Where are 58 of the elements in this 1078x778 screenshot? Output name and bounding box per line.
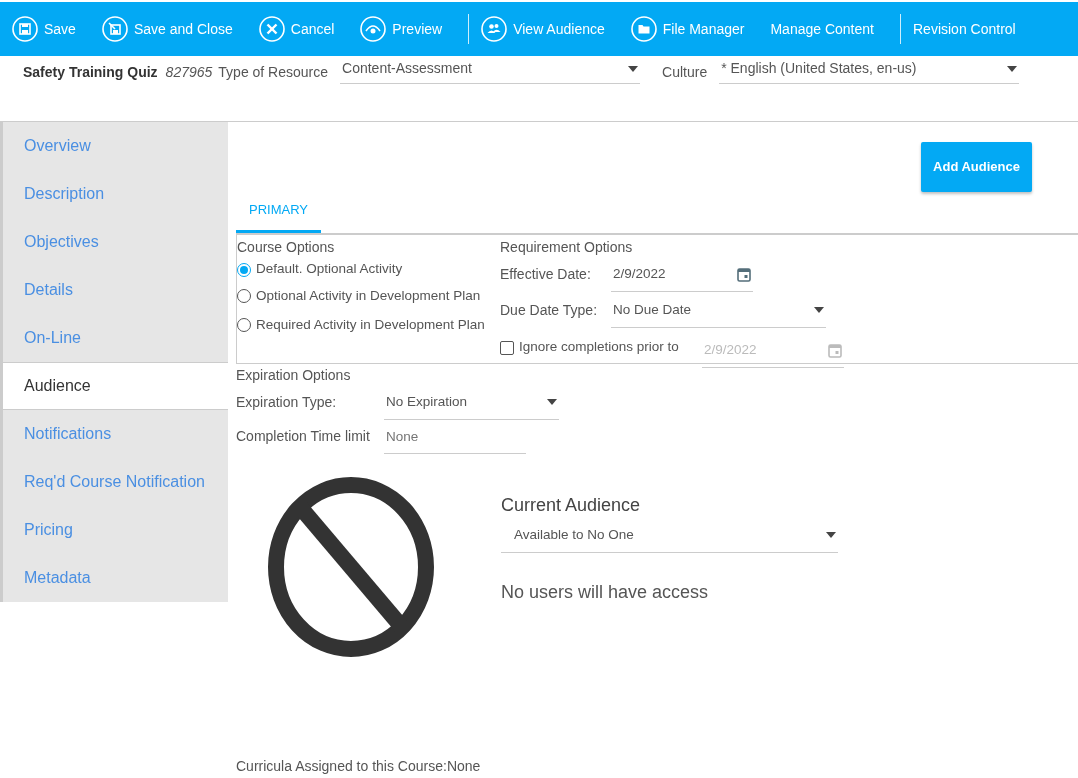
radio-option[interactable]: Optional Activity in Development Plan (237, 281, 481, 311)
audience-message: No users will have access (501, 580, 710, 604)
field-label: Expiration Type: (236, 393, 338, 412)
toolbar-button[interactable]: Preview (360, 16, 455, 42)
toolbar-button[interactable]: View Audience (481, 16, 617, 42)
time-limit-field[interactable]: None (384, 419, 526, 454)
toolbar-button[interactable]: Revision Control (913, 18, 1028, 40)
sidebar-item[interactable]: Overview (3, 122, 228, 170)
section-title: Expiration Options (236, 365, 352, 385)
due-date-dropdown[interactable]: No Due Date (611, 293, 826, 328)
field-label: Completion Time limit (236, 427, 371, 446)
audience-dropdown[interactable]: Available to No One (501, 518, 838, 553)
caret-icon (1007, 65, 1018, 72)
sidebar-item[interactable]: Description (3, 170, 228, 218)
course-id: 827965 (165, 63, 213, 82)
folder-icon (630, 16, 657, 42)
field-label: Type of Resource (218, 63, 329, 82)
add-audience-button[interactable]: Add Audience (921, 142, 1032, 192)
toolbar-button[interactable]: Save (12, 16, 88, 42)
date-field[interactable]: 2/9/2022 (611, 257, 753, 292)
eye-icon (360, 16, 387, 42)
expiration-dropdown[interactable]: No Expiration (384, 385, 559, 420)
caret-icon (814, 307, 824, 313)
toolbar-button[interactable]: File Manager (630, 16, 757, 42)
caret-icon (826, 532, 836, 538)
sidebar-item[interactable]: Notifications (3, 410, 228, 458)
calendar-icon (828, 342, 842, 358)
floppy-disk-icon (101, 16, 128, 42)
sidebar-item[interactable]: Audience (3, 362, 228, 410)
tab[interactable]: PRIMARY (236, 192, 321, 233)
resource-type-dropdown[interactable]: Content-Assessment (340, 54, 641, 84)
section-title: Current Audience (501, 493, 642, 517)
field-label: Effective Date: (500, 265, 592, 284)
people-icon (481, 16, 508, 42)
close-icon (258, 16, 285, 42)
toolbar-button[interactable]: Cancel (258, 16, 347, 42)
floppy-disk-icon (12, 16, 38, 42)
radio-option[interactable]: Default. Optional Activity (237, 257, 403, 282)
section-title: Requirement Options (500, 237, 634, 257)
sidebar-item[interactable]: Details (3, 266, 228, 314)
course-title: Safety Training Quiz (23, 63, 158, 82)
toolbar-button[interactable]: Save and Close (101, 16, 245, 42)
field-label: Culture (662, 63, 708, 82)
caret-icon (628, 65, 639, 72)
sidebar-item[interactable]: On-Line (3, 314, 228, 362)
calendar-icon (737, 266, 751, 282)
sidebar-item[interactable]: Pricing (3, 506, 228, 554)
radio-option[interactable]: Required Activity in Development Plan (237, 310, 485, 340)
sidebar-item[interactable]: Metadata (3, 554, 228, 602)
sidebar-item[interactable]: Objectives (3, 218, 228, 266)
caret-icon (547, 399, 557, 405)
toolbar-button[interactable]: Manage Content (770, 18, 886, 40)
section-title: Course Options (237, 237, 336, 257)
prohibition-icon (267, 475, 435, 658)
culture-dropdown[interactable]: * English (United States, en-us) (719, 54, 1020, 84)
sidebar-item[interactable]: Req'd Course Notification (3, 458, 228, 506)
field-label: Due Date Type: (500, 301, 599, 320)
curricula-text: Curricula Assigned to this Course:None (236, 757, 482, 776)
